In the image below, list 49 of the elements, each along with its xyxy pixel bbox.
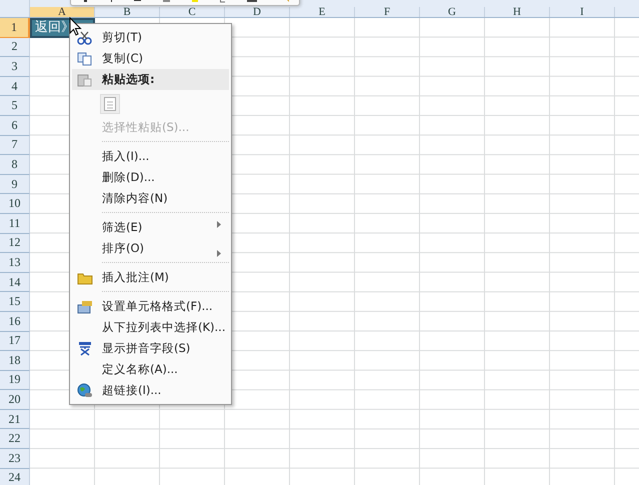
paste-button[interactable] bbox=[100, 94, 120, 114]
format-cells-icon bbox=[77, 300, 93, 314]
menu-section-header: 粘贴选项: bbox=[102, 70, 155, 88]
folder-icon bbox=[77, 270, 93, 284]
column-header[interactable]: A bbox=[30, 7, 95, 17]
menu-item[interactable]: 插入(I)... bbox=[72, 138, 229, 167]
copy-icon bbox=[77, 52, 93, 66]
row-header[interactable]: 11 bbox=[0, 214, 30, 234]
menu-item[interactable]: 超链接(I)... bbox=[72, 380, 229, 401]
row-header[interactable]: 19 bbox=[0, 370, 30, 390]
row-header[interactable]: 17 bbox=[0, 332, 30, 352]
row-header[interactable]: 5 bbox=[0, 96, 30, 116]
phonetic-icon bbox=[77, 341, 93, 356]
row-header[interactable]: 20 bbox=[0, 390, 30, 410]
menu-item[interactable]: 设置单元格格式(F)... bbox=[72, 288, 229, 317]
menu-item[interactable]: 插入批注(M) bbox=[72, 259, 229, 288]
row-header[interactable]: 15 bbox=[0, 292, 30, 312]
row-header[interactable]: 14 bbox=[0, 272, 30, 292]
menu-item: 选择性粘贴(S)... bbox=[101, 118, 190, 136]
menu-item[interactable]: 删除(D)... bbox=[72, 167, 229, 188]
row-header[interactable]: 2 bbox=[0, 38, 30, 58]
row-header[interactable]: 3 bbox=[0, 57, 30, 77]
menu-item[interactable]: 清除内容(N) bbox=[72, 188, 229, 209]
menu-item[interactable]: 复制(C) bbox=[72, 48, 229, 69]
row-header[interactable]: 22 bbox=[0, 429, 30, 450]
row-header[interactable]: 24 bbox=[0, 468, 30, 485]
menu-item[interactable]: 从下拉列表中选择(K)... bbox=[72, 317, 229, 338]
row-header[interactable]: 16 bbox=[0, 312, 30, 332]
row-header[interactable]: 1 bbox=[0, 18, 30, 38]
row-header[interactable]: 18 bbox=[0, 351, 30, 371]
submenu-arrow-icon bbox=[217, 221, 221, 228]
globe-icon bbox=[77, 383, 93, 398]
row-header[interactable]: 21 bbox=[0, 410, 30, 430]
submenu-arrow-icon bbox=[217, 250, 221, 258]
scissors-icon bbox=[77, 30, 93, 44]
menu-item[interactable]: 定义名称(A)... bbox=[72, 359, 229, 380]
row-header[interactable]: 23 bbox=[0, 449, 30, 469]
row-header[interactable]: 4 bbox=[0, 76, 30, 96]
row-header[interactable]: 10 bbox=[0, 194, 30, 214]
row-header[interactable]: 13 bbox=[0, 253, 30, 273]
row-header[interactable]: 8 bbox=[0, 155, 30, 175]
row-header[interactable]: 7 bbox=[0, 136, 30, 156]
row-header[interactable]: 12 bbox=[0, 234, 30, 254]
clipboard-icon bbox=[77, 72, 93, 86]
menu-item[interactable]: 排序(O) bbox=[72, 238, 229, 259]
menu-item[interactable]: 显示拼音字段(S) bbox=[72, 338, 229, 359]
row-header[interactable]: 6 bbox=[0, 116, 30, 136]
menu-item[interactable]: 筛选(E) bbox=[72, 209, 229, 238]
row-header[interactable]: 9 bbox=[0, 174, 30, 194]
